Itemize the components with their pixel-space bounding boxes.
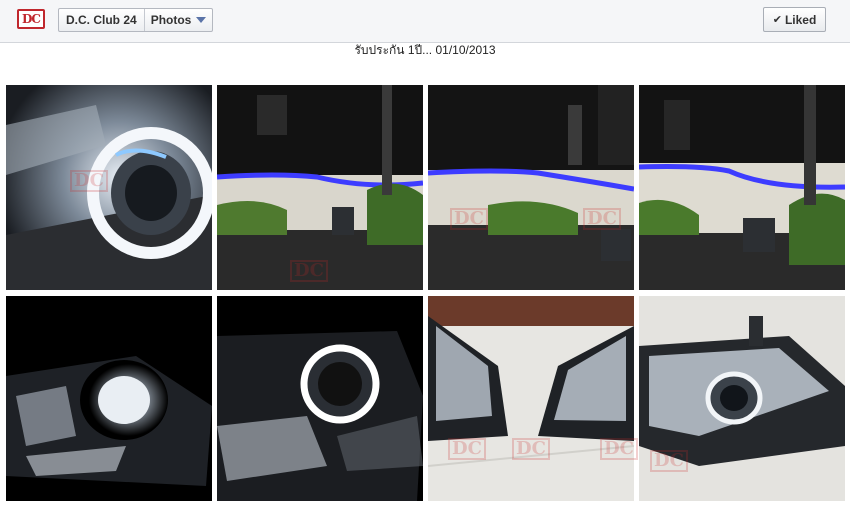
- photo-image: [428, 296, 634, 501]
- photo-image: [6, 85, 212, 290]
- breadcrumb: D.C. Club 24 Photos: [58, 8, 214, 32]
- photo-thumbnail[interactable]: [428, 85, 634, 290]
- chevron-down-icon: [196, 17, 207, 23]
- liked-button[interactable]: ✔ Liked: [763, 7, 826, 32]
- breadcrumb-page-link[interactable]: D.C. Club 24: [59, 9, 145, 31]
- watermark-logo: DC: [70, 170, 108, 192]
- photo-image: [428, 85, 634, 290]
- liked-button-label: Liked: [784, 12, 817, 27]
- photo-image: [639, 85, 845, 290]
- watermark-logo: DC: [512, 438, 550, 460]
- watermark-logo: DC: [448, 438, 486, 460]
- breadcrumb-section-label: Photos: [150, 13, 192, 27]
- watermark-logo: DC: [450, 208, 488, 230]
- breadcrumb-section-dropdown[interactable]: Photos: [145, 9, 213, 31]
- page-header: DC D.C. Club 24 Photos ✔ Liked: [0, 0, 850, 43]
- watermark-logo: DC: [650, 450, 688, 472]
- photo-image: [6, 296, 212, 501]
- checkmark-icon: ✔: [772, 14, 782, 26]
- photo-thumbnail[interactable]: [6, 85, 212, 290]
- photo-thumbnail[interactable]: [6, 296, 212, 501]
- photo-image: [217, 296, 423, 501]
- page-logo[interactable]: DC: [17, 9, 45, 29]
- photo-thumbnail[interactable]: [428, 296, 634, 501]
- watermark-logo: DC: [600, 438, 638, 460]
- watermark-logo: DC: [583, 208, 621, 230]
- photo-thumbnail[interactable]: [639, 85, 845, 290]
- album-caption: รับประกัน 1ปี... 01/10/2013: [354, 43, 496, 57]
- watermark-logo: DC: [290, 260, 328, 282]
- photo-thumbnail[interactable]: [217, 296, 423, 501]
